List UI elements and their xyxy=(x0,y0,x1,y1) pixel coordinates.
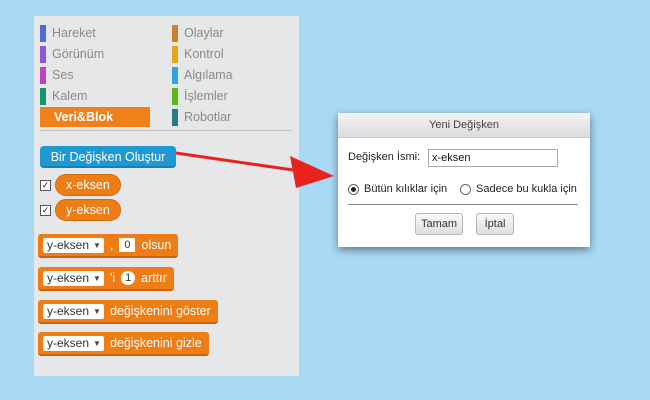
dialog-title[interactable]: Yeni Değişken xyxy=(338,113,590,138)
dialog-divider xyxy=(348,204,578,205)
cancel-button[interactable]: İptal xyxy=(476,213,514,235)
ok-button[interactable]: Tamam xyxy=(415,213,463,235)
radio-button[interactable] xyxy=(460,183,471,195)
radio-label: Bütün kılıklar için xyxy=(364,183,448,195)
variable-name-label: Değişken İsmi: xyxy=(348,151,421,163)
radio-label: Sadece bu kukla için xyxy=(476,183,577,195)
radio-all-sprites[interactable]: Bütün kılıklar için xyxy=(348,183,447,195)
new-variable-dialog: Yeni Değişken Değişken İsmi: Bütün kılık… xyxy=(338,113,590,247)
variable-name-input[interactable] xyxy=(428,149,558,167)
radio-this-sprite[interactable]: Sadece bu kukla için xyxy=(460,183,577,195)
radio-button[interactable] xyxy=(348,183,359,195)
arrow-shaft xyxy=(175,151,301,173)
radio-selected-dot xyxy=(351,186,356,192)
arrow-head xyxy=(290,156,334,188)
